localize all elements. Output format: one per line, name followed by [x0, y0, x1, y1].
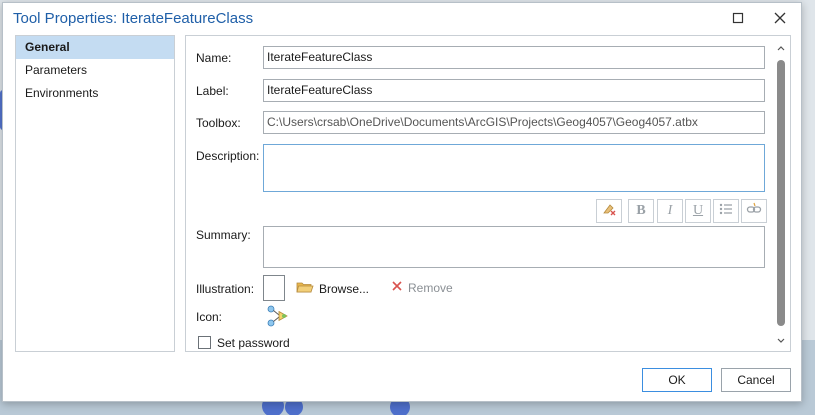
hyperlink-button[interactable] — [741, 199, 767, 223]
illustration-preview[interactable] — [263, 275, 285, 301]
general-panel: Name: IterateFeatureClass Label: Iterate… — [185, 35, 791, 352]
clear-format-icon — [601, 201, 617, 222]
scrollbar-thumb[interactable] — [777, 60, 785, 326]
summary-label: Summary: — [196, 228, 251, 242]
maximize-button[interactable] — [723, 7, 753, 31]
close-icon — [774, 12, 786, 27]
nav-item-general[interactable]: General — [16, 36, 174, 59]
set-password-label: Set password — [217, 336, 290, 350]
bullet-list-icon — [718, 201, 734, 222]
folder-icon — [296, 280, 314, 297]
tool-properties-dialog: Tool Properties: IterateFeatureClass Gen… — [2, 2, 802, 402]
chevron-up-icon — [777, 40, 785, 54]
dialog-title: Tool Properties: IterateFeatureClass — [13, 10, 254, 27]
toolbox-label: Toolbox: — [196, 116, 241, 130]
title-bar: Tool Properties: IterateFeatureClass — [3, 3, 801, 35]
illustration-label: Illustration: — [196, 282, 255, 296]
remove-label: Remove — [408, 280, 453, 295]
set-password-checkbox[interactable] — [198, 336, 211, 349]
vertical-scrollbar[interactable] — [774, 40, 788, 347]
icon-label: Icon: — [196, 310, 223, 324]
nav-item-environments[interactable]: Environments — [16, 82, 174, 105]
description-label: Description: — [196, 149, 260, 163]
scroll-down-button[interactable] — [774, 333, 788, 347]
bold-button[interactable]: B — [628, 199, 654, 223]
scroll-up-button[interactable] — [774, 40, 788, 54]
model-tool-icon — [266, 304, 290, 331]
label-field[interactable]: IterateFeatureClass — [263, 79, 765, 102]
chevron-down-icon — [777, 333, 785, 347]
cancel-button[interactable]: Cancel — [721, 368, 791, 392]
underline-button[interactable]: U — [685, 199, 711, 223]
browse-button[interactable]: Browse... — [296, 280, 369, 297]
ok-button[interactable]: OK — [642, 368, 712, 392]
properties-nav: General Parameters Environments — [15, 35, 175, 352]
remove-button[interactable]: Remove — [391, 280, 453, 295]
summary-input[interactable] — [263, 226, 765, 268]
toolbox-field[interactable]: C:\Users\crsab\OneDrive\Documents\ArcGIS… — [263, 111, 765, 134]
clear-format-button[interactable] — [596, 199, 622, 223]
maximize-icon — [732, 12, 744, 27]
link-icon — [746, 201, 762, 222]
name-label: Name: — [196, 51, 232, 65]
nav-item-parameters[interactable]: Parameters — [16, 59, 174, 82]
description-input[interactable] — [263, 144, 765, 192]
bullet-list-button[interactable] — [713, 199, 739, 223]
label-label: Label: — [196, 84, 229, 98]
name-field[interactable]: IterateFeatureClass — [263, 46, 765, 69]
browse-label: Browse... — [319, 281, 370, 296]
close-button[interactable] — [765, 7, 795, 31]
remove-icon — [391, 280, 403, 295]
italic-button[interactable]: I — [657, 199, 683, 223]
